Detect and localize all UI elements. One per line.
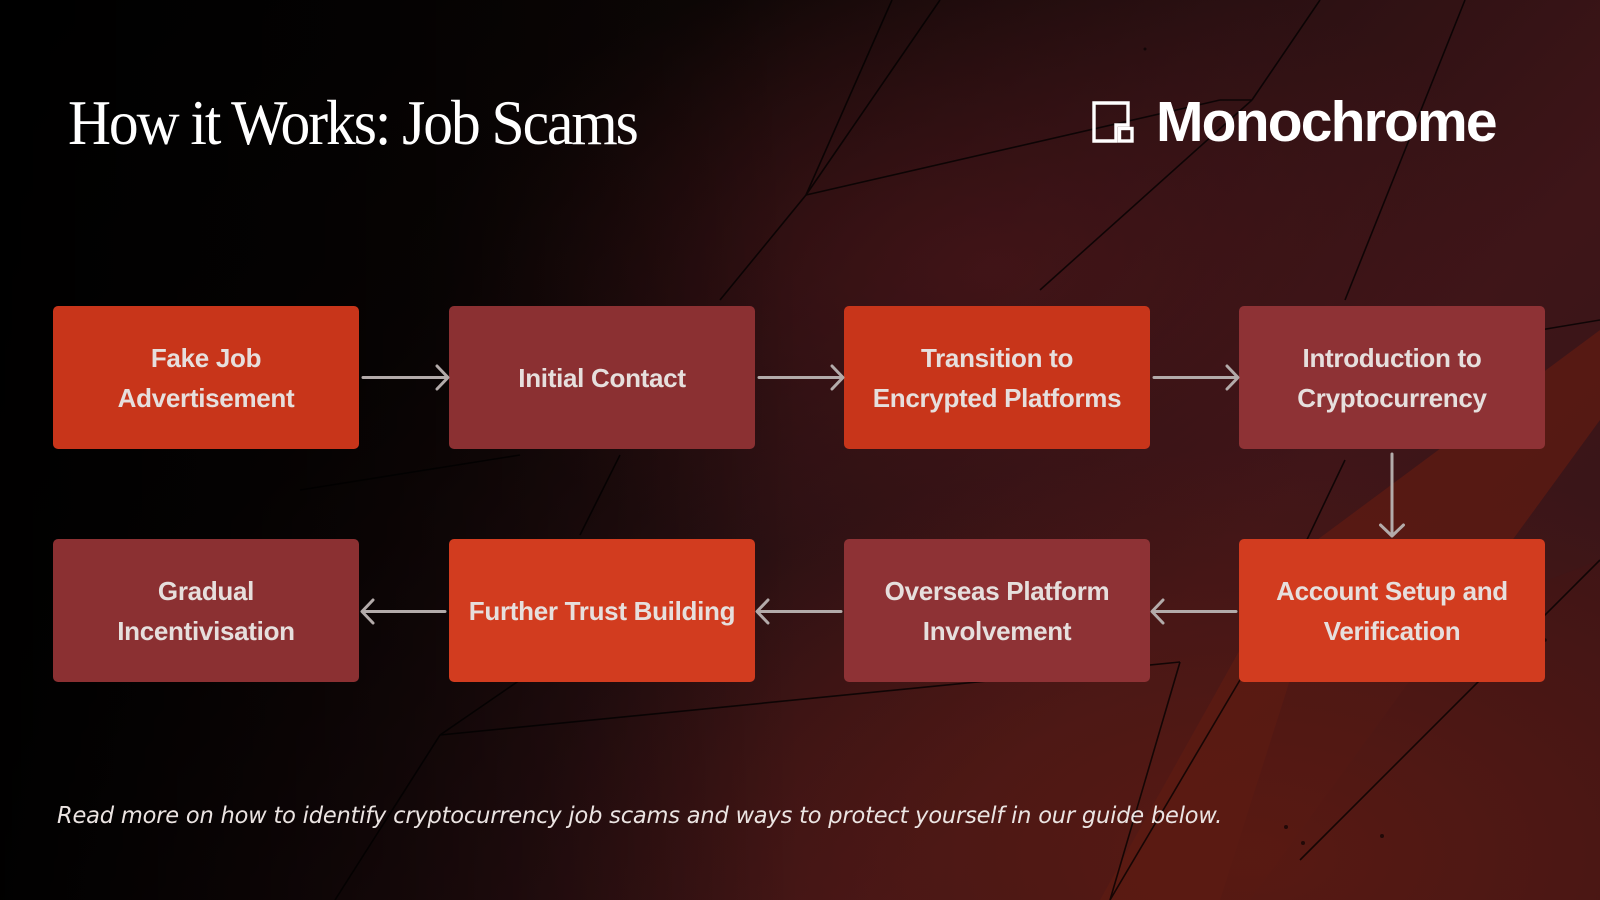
footer-note: Read more on how to identify cryptocurre… <box>57 803 1223 829</box>
step-label: Transition to Encrypted Platforms <box>872 342 1122 413</box>
step-transition-to-encrypted-platforms: Transition to Encrypted Platforms <box>844 306 1150 449</box>
brand-name: Monochrome <box>1156 89 1498 154</box>
monochrome-logo-icon <box>1092 101 1134 143</box>
step-account-setup-and-verification: Account Setup and Verification <box>1239 539 1545 682</box>
step-label: Fake Job Advertisement <box>117 342 295 413</box>
page-title: How it Works: Job Scams <box>68 87 639 158</box>
step-label: Account Setup and Verification <box>1276 575 1508 646</box>
step-further-trust-building: Further Trust Building <box>449 539 755 682</box>
step-introduction-to-cryptocurrency: Introduction to Cryptocurrency <box>1239 306 1545 449</box>
step-label: Introduction to Cryptocurrency <box>1297 342 1487 413</box>
step-label: Gradual Incentivisation <box>117 575 295 646</box>
step-label: Initial Contact <box>518 362 686 393</box>
step-overseas-platform-involvement: Overseas Platform Involvement <box>844 539 1150 682</box>
step-initial-contact: Initial Contact <box>449 306 755 449</box>
step-label: Overseas Platform Involvement <box>884 575 1110 646</box>
step-fake-job-advertisement: Fake Job Advertisement <box>53 306 359 449</box>
step-gradual-incentivisation: Gradual Incentivisation <box>53 539 359 682</box>
brand-logo: Monochrome <box>1092 89 1498 154</box>
step-label: Further Trust Building <box>468 595 736 626</box>
